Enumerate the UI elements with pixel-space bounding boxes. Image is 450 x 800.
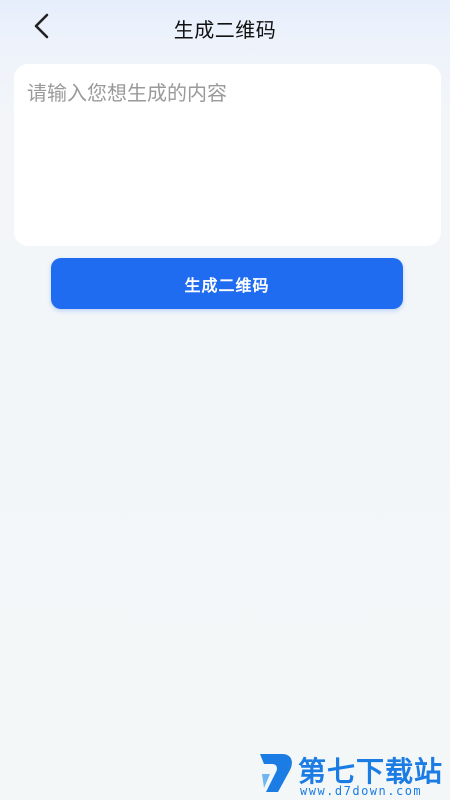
site-url: www.d7down.com: [300, 784, 423, 798]
site-logo-icon: [260, 754, 292, 792]
generate-qrcode-button[interactable]: 生成二维码: [51, 258, 403, 309]
content-input[interactable]: [14, 64, 441, 246]
watermark: 第七下载站 www.d7down.com: [256, 748, 446, 798]
top-bar: 生成二维码: [0, 0, 450, 52]
content-input-card: [14, 64, 441, 246]
page-title: 生成二维码: [173, 18, 277, 42]
